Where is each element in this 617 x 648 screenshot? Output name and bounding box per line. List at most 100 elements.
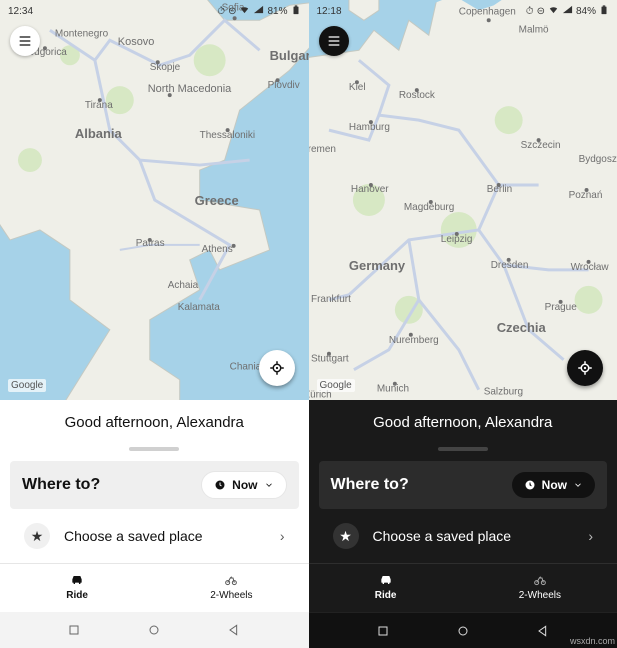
android-navbar: [0, 612, 309, 648]
svg-text:Wrocław: Wrocław: [570, 262, 609, 273]
saved-place-label: Choose a saved place: [373, 528, 512, 544]
menu-icon: [326, 33, 342, 49]
svg-text:Bydgoszcz: Bydgoszcz: [578, 154, 617, 165]
schedule-chip[interactable]: Now: [512, 472, 595, 498]
tab-ride-label: Ride: [66, 590, 88, 601]
svg-text:Achaia: Achaia: [168, 280, 199, 291]
car-icon: [377, 572, 395, 588]
svg-text:Bremen: Bremen: [309, 144, 336, 155]
where-to-button[interactable]: Where to? Now: [10, 461, 299, 509]
svg-text:Malmö: Malmö: [518, 24, 548, 35]
battery-icon: [599, 4, 609, 19]
crosshair-icon: [268, 359, 286, 377]
schedule-label: Now: [542, 478, 567, 492]
alarm-icon: ⏱: [526, 6, 534, 17]
tab-ride-label: Ride: [375, 590, 397, 601]
watermark: wsxdn.com: [570, 636, 615, 646]
tab-ride[interactable]: Ride: [309, 564, 463, 607]
alarm-icon: ⏱: [217, 6, 225, 17]
nav-home-icon[interactable]: [146, 622, 162, 638]
star-icon: ★: [24, 523, 50, 549]
car-icon: [68, 572, 86, 588]
nav-back-icon[interactable]: [226, 622, 242, 638]
svg-text:Frankfurt: Frankfurt: [310, 294, 350, 305]
greeting-text: Good afternoon, Alexandra: [309, 400, 617, 441]
svg-text:Kosovo: Kosovo: [118, 36, 155, 48]
nav-home-icon[interactable]: [455, 623, 471, 639]
battery-text: 81%: [267, 6, 287, 17]
svg-text:Szczecin: Szczecin: [520, 140, 560, 151]
svg-text:Bulgaria: Bulgaria: [270, 48, 309, 63]
svg-text:Kalamata: Kalamata: [178, 302, 221, 313]
where-to-label: Where to?: [22, 476, 100, 494]
status-indicators: ⏱ ⊝ 84%: [526, 4, 609, 19]
star-icon: ★: [333, 523, 359, 549]
bike-icon: [531, 572, 549, 588]
saved-place-button[interactable]: ★ Choose a saved place ›: [10, 509, 299, 563]
menu-button[interactable]: [10, 26, 40, 56]
map-attribution: Google: [8, 379, 46, 392]
locate-button[interactable]: [567, 350, 603, 386]
map-attribution: Google: [317, 379, 355, 392]
clock-icon: [524, 479, 536, 491]
bottom-sheet: Good afternoon, Alexandra Where to? Now …: [309, 400, 617, 612]
status-time: 12:18: [317, 6, 342, 17]
where-to-label: Where to?: [331, 476, 409, 494]
tab-2wheels[interactable]: 2-Wheels: [154, 564, 308, 607]
svg-text:Germany: Germany: [348, 258, 405, 273]
bike-icon: [222, 572, 240, 588]
dnd-icon: ⊝: [537, 6, 545, 17]
schedule-label: Now: [232, 478, 257, 492]
tab-2wheels-label: 2-Wheels: [210, 590, 252, 601]
svg-text:Skopje: Skopje: [150, 62, 181, 73]
signal-icon: [562, 4, 573, 18]
map-view[interactable]: Copenhagen Malmö Kiel Rostock Bremen Ham…: [309, 0, 617, 400]
sheet-handle[interactable]: [129, 447, 179, 451]
svg-text:Plovdiv: Plovdiv: [268, 80, 300, 91]
svg-text:Greece: Greece: [195, 193, 239, 208]
chevron-right-icon: ›: [280, 528, 285, 544]
map-view[interactable]: Montenegro Podgorica Kosovo Skopje Tiran…: [0, 0, 309, 400]
svg-text:Nuremberg: Nuremberg: [388, 335, 438, 346]
svg-text:North Macedonia: North Macedonia: [148, 83, 232, 95]
saved-place-button[interactable]: ★ Choose a saved place ›: [319, 509, 608, 563]
status-indicators: ⏱ ⊝ 81%: [217, 4, 300, 19]
chevron-down-icon: [264, 480, 274, 490]
status-time: 12:34: [8, 6, 33, 17]
where-to-button[interactable]: Where to? Now: [319, 461, 608, 509]
locate-button[interactable]: [259, 350, 295, 386]
svg-text:Montenegro: Montenegro: [55, 28, 109, 39]
svg-text:Czechia: Czechia: [496, 320, 546, 335]
svg-text:Hamburg: Hamburg: [348, 122, 389, 133]
wifi-icon: [239, 4, 250, 18]
wifi-icon: [548, 4, 559, 18]
svg-text:Munich: Munich: [376, 384, 408, 395]
dnd-icon: ⊝: [228, 6, 236, 17]
battery-text: 84%: [576, 6, 596, 17]
menu-icon: [17, 33, 33, 49]
map-tiles-greece: Montenegro Podgorica Kosovo Skopje Tiran…: [0, 0, 309, 400]
saved-place-label: Choose a saved place: [64, 528, 203, 544]
schedule-chip[interactable]: Now: [201, 471, 286, 499]
map-tiles-germany: Copenhagen Malmö Kiel Rostock Bremen Ham…: [309, 0, 617, 400]
tab-2wheels-label: 2-Wheels: [519, 590, 561, 601]
chevron-down-icon: [573, 480, 583, 490]
nav-recent-icon[interactable]: [66, 622, 82, 638]
mode-tabs: Ride 2-Wheels: [0, 563, 309, 607]
tab-2wheels[interactable]: 2-Wheels: [463, 564, 617, 607]
status-bar: 12:34 ⏱ ⊝ 81%: [0, 0, 309, 22]
svg-text:Chania: Chania: [230, 362, 262, 373]
signal-icon: [253, 4, 264, 18]
tab-ride[interactable]: Ride: [0, 564, 154, 607]
menu-button[interactable]: [319, 26, 349, 56]
battery-icon: [291, 4, 301, 19]
nav-recent-icon[interactable]: [375, 623, 391, 639]
nav-back-icon[interactable]: [535, 623, 551, 639]
chevron-right-icon: ›: [588, 528, 593, 544]
svg-text:Albania: Albania: [75, 126, 123, 141]
sheet-handle[interactable]: [438, 447, 488, 451]
clock-icon: [214, 479, 226, 491]
greeting-text: Good afternoon, Alexandra: [0, 400, 309, 441]
crosshair-icon: [576, 359, 594, 377]
bottom-sheet: Good afternoon, Alexandra Where to? Now …: [0, 400, 309, 612]
